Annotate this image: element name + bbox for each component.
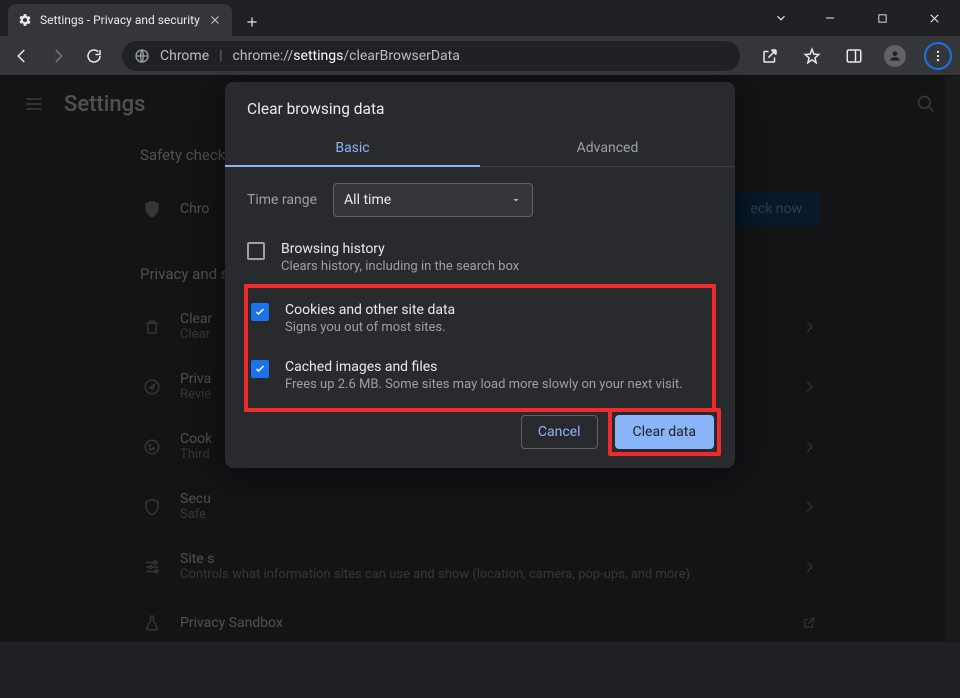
browser-toolbar: Chrome | chrome://settings/clearBrowserD… (0, 36, 960, 76)
window-titlebar: Settings - Privacy and security (0, 0, 960, 36)
profile-avatar[interactable] (884, 45, 906, 67)
opt-cookies[interactable]: Cookies and other site data Signs you ou… (251, 288, 709, 345)
highlight-box: Cookies and other site data Signs you ou… (244, 284, 716, 412)
checkbox-browsing-history[interactable] (247, 242, 265, 260)
cancel-button[interactable]: Cancel (521, 415, 598, 449)
new-tab-button[interactable] (238, 8, 266, 36)
share-icon[interactable] (758, 44, 782, 68)
site-info-icon[interactable] (134, 48, 150, 64)
window-controls (772, 0, 960, 36)
time-range-select[interactable]: All time (333, 183, 533, 217)
tab-search-chevron-icon[interactable] (772, 9, 790, 27)
clear-browsing-data-dialog: Clear browsing data Basic Advanced Time … (225, 82, 735, 468)
time-range-label: Time range (247, 192, 317, 208)
gear-icon (18, 13, 32, 27)
opt-cached[interactable]: Cached images and files Frees up 2.6 MB.… (251, 345, 709, 408)
dialog-title: Clear browsing data (225, 82, 735, 130)
forward-button[interactable] (44, 42, 72, 70)
maximize-button[interactable] (870, 6, 894, 30)
url-text: Chrome | chrome://settings/clearBrowserD… (160, 48, 460, 64)
time-range-value: All time (344, 192, 391, 208)
highlight-box: Clear data (608, 408, 721, 456)
tab-advanced[interactable]: Advanced (480, 130, 735, 166)
bookmark-icon[interactable] (800, 44, 824, 68)
close-icon[interactable] (208, 13, 222, 27)
minimize-button[interactable] (818, 6, 842, 30)
tab-basic[interactable]: Basic (225, 130, 480, 166)
checkbox-cookies[interactable] (251, 303, 269, 321)
back-button[interactable] (8, 42, 36, 70)
chrome-menu-button[interactable] (924, 42, 952, 70)
address-bar[interactable]: Chrome | chrome://settings/clearBrowserD… (122, 41, 740, 71)
browser-tab[interactable]: Settings - Privacy and security (8, 4, 232, 36)
tab-title: Settings - Privacy and security (40, 13, 200, 27)
checkbox-cached[interactable] (251, 360, 269, 378)
reload-button[interactable] (80, 42, 108, 70)
close-window-button[interactable] (922, 6, 946, 30)
side-panel-icon[interactable] (842, 44, 866, 68)
clear-data-button[interactable]: Clear data (615, 415, 714, 449)
opt-browsing-history[interactable]: Browsing history Clears history, includi… (247, 227, 713, 284)
